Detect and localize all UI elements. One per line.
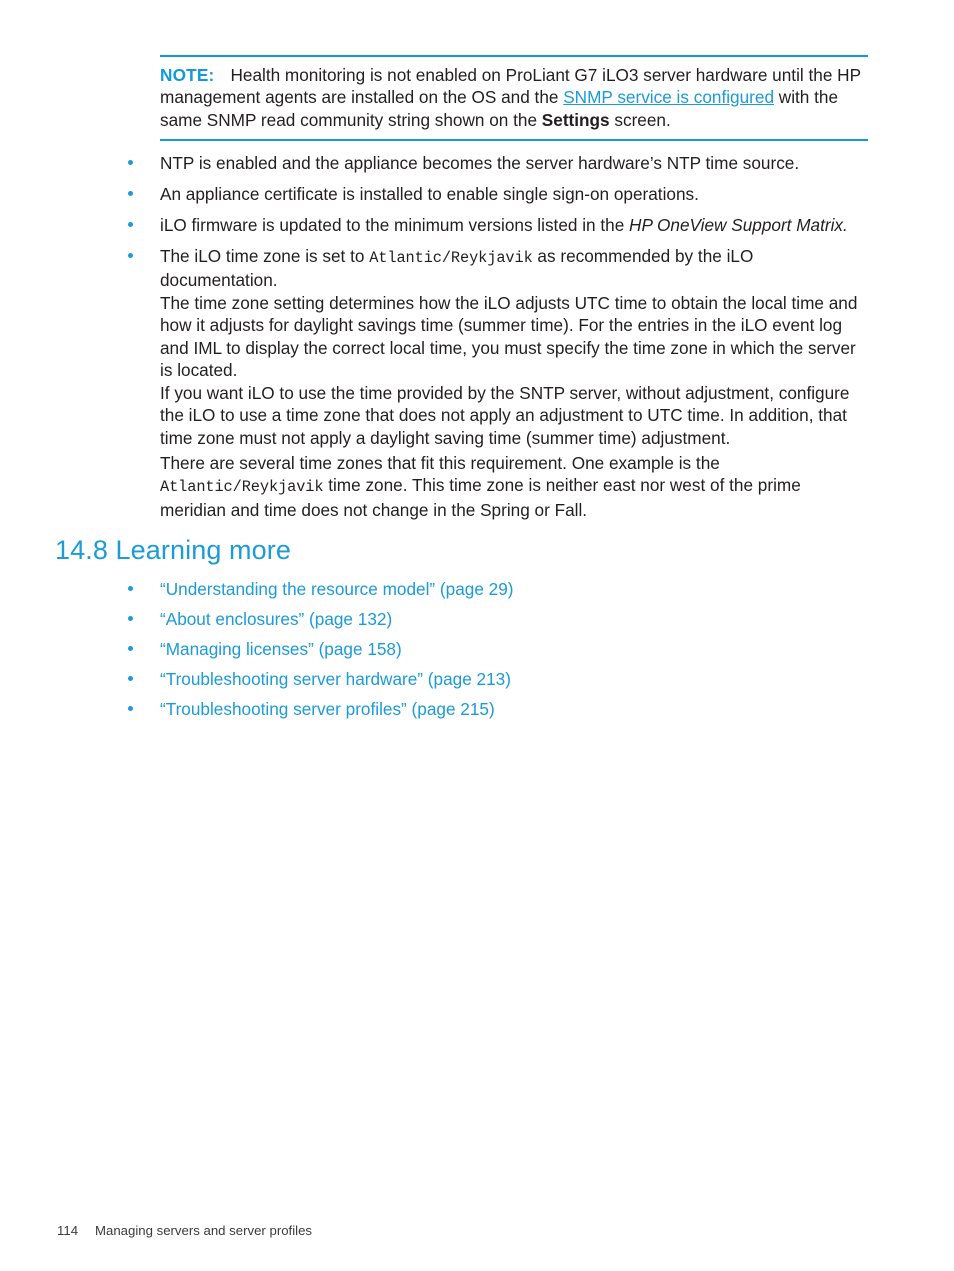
list-item: The iLO time zone is set to Atlantic/Rey… [0, 245, 954, 292]
learning-more-link-list: “Understanding the resource model” (page… [0, 578, 954, 728]
list-item-italic-title: HP OneView Support Matrix. [629, 214, 848, 235]
cross-reference-link[interactable]: “Managing licenses” (page 158) [160, 639, 402, 659]
list-item-code-timezone: Atlantic/Reykjavik [369, 248, 533, 267]
requirements-bullet-list: NTP is enabled and the appliance becomes… [0, 152, 954, 300]
cross-reference-link[interactable]: “Troubleshooting server hardware” (page … [160, 669, 511, 689]
list-item: “Understanding the resource model” (page… [0, 578, 954, 600]
bullet-dot-icon [128, 252, 133, 258]
paragraph-text: The time zone setting determines how the… [160, 293, 858, 381]
cross-reference-link[interactable]: “About enclosures” (page 132) [160, 609, 392, 629]
paragraph-timezone-example: There are several time zones that fit th… [160, 452, 868, 521]
list-item: An appliance certificate is installed to… [0, 183, 954, 205]
bullet-dot-icon [128, 645, 133, 651]
page-title: 14.8 Learning more [55, 535, 291, 565]
snmp-service-link[interactable]: SNMP service is configured [563, 87, 774, 107]
list-item-text: An appliance certificate is installed to… [160, 183, 699, 204]
list-item: “Troubleshooting server profiles” (page … [0, 698, 954, 720]
note-admonition: NOTE: Health monitoring is not enabled on… [160, 55, 868, 141]
bullet-dot-icon [128, 190, 133, 196]
bullet-dot-icon [128, 615, 133, 621]
list-item-text: iLO firmware is updated to the minimum v… [160, 214, 630, 235]
footer-page-number: 114 [57, 1223, 79, 1238]
list-item: “About enclosures” (page 132) [0, 608, 954, 630]
page-footer: 114 Managing servers and server profiles [57, 1222, 312, 1240]
list-item: “Managing licenses” (page 158) [0, 638, 954, 660]
paragraph-timezone-setting: The time zone setting determines how the… [160, 292, 868, 382]
cross-reference-link[interactable]: “Understanding the resource model” (page… [160, 579, 514, 599]
bullet-dot-icon [128, 675, 133, 681]
note-body-text: NOTE: Health monitoring is not enabled on… [160, 57, 868, 139]
footer-chapter-title: Managing servers and server profiles [95, 1223, 312, 1238]
paragraph-sntp-adjustment: If you want iLO to use the time provided… [160, 382, 868, 449]
list-item: “Troubleshooting server hardware” (page … [0, 668, 954, 690]
paragraph-text: If you want iLO to use the time provided… [160, 383, 850, 448]
note-bottom-rule [160, 138, 868, 141]
note-label: NOTE: [160, 65, 215, 85]
note-text-end: screen. [609, 109, 671, 130]
paragraph-code-timezone: Atlantic/Reykjavik [160, 478, 324, 497]
bullet-dot-icon [128, 705, 133, 711]
paragraph-text: There are several time zones that fit th… [160, 453, 720, 473]
bullet-dot-icon [128, 221, 133, 227]
list-item-text: The iLO time zone is set to [160, 245, 370, 266]
bullet-dot-icon [128, 586, 133, 591]
list-item-text: NTP is enabled and the appliance becomes… [160, 153, 800, 173]
document-page: NOTE: Health monitoring is not enabled on… [0, 0, 954, 1271]
list-item: NTP is enabled and the appliance becomes… [0, 152, 954, 174]
note-bold-term-settings: Settings [541, 109, 610, 130]
list-item: iLO firmware is updated to the minimum v… [0, 214, 954, 236]
cross-reference-link[interactable]: “Troubleshooting server profiles” (page … [160, 699, 495, 719]
bullet-dot-icon [128, 160, 133, 165]
